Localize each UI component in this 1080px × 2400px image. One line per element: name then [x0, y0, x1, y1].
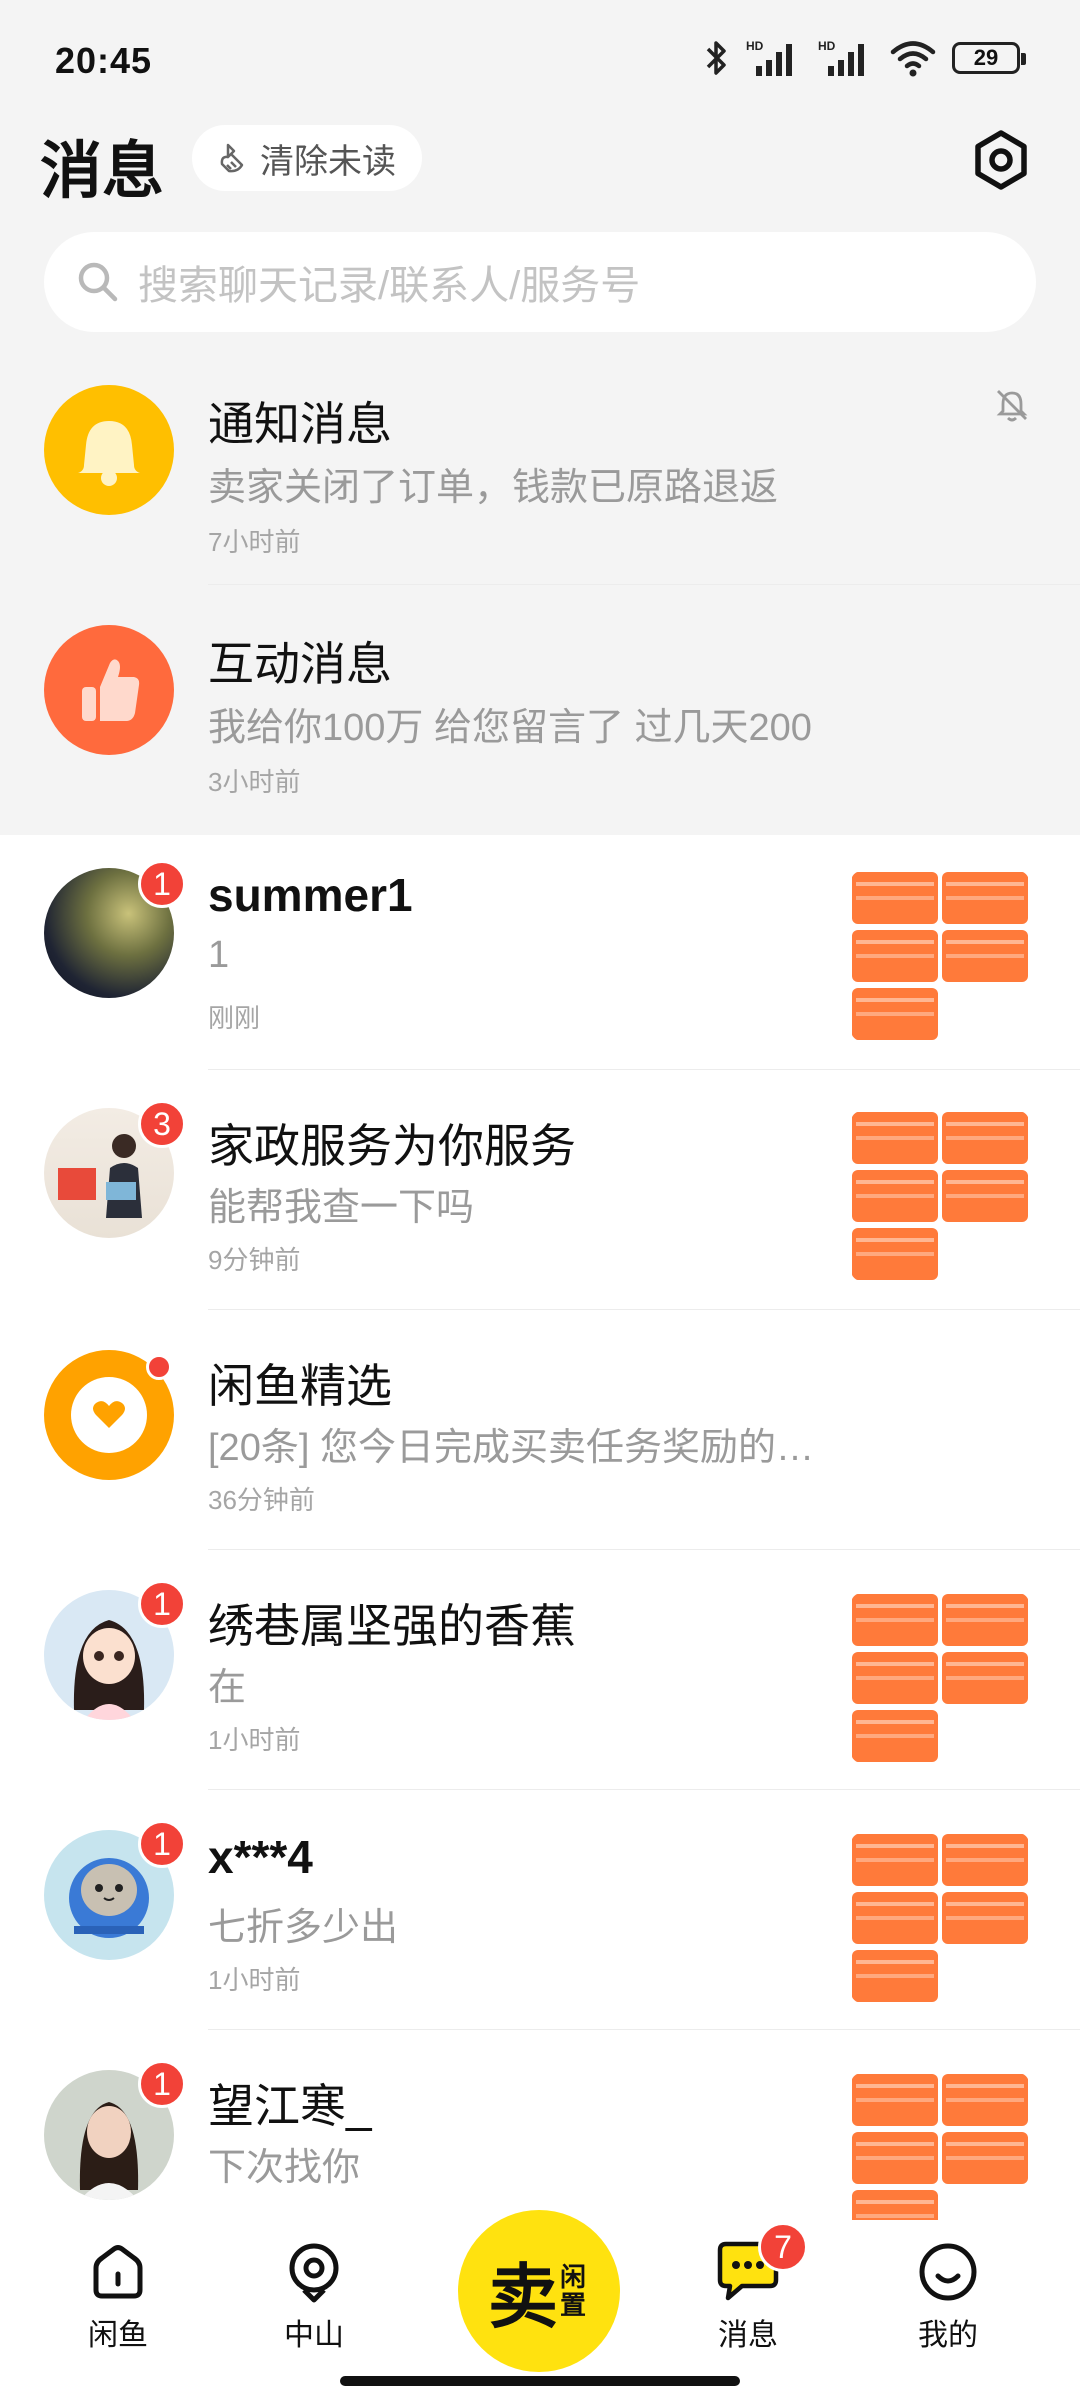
nav-home[interactable]: 闲鱼	[58, 2240, 178, 2354]
status-time: 20:45	[55, 40, 153, 81]
chat-time: 刚刚	[208, 1003, 261, 1033]
status-icons: HD HD 29	[704, 38, 1026, 78]
signal-1-icon: HD	[746, 39, 792, 76]
chat-row[interactable]: 3 家政服务为你服务 能帮我查一下吗 9分钟前	[0, 1090, 1080, 1310]
clear-unread-label: 清除未读	[260, 142, 396, 181]
nav-messages-label: 消息	[718, 2319, 778, 2352]
search-bar[interactable]: 搜索聊天记录/联系人/服务号	[44, 232, 1036, 332]
unread-badge: 1	[138, 2060, 186, 2108]
svg-text:HD: HD	[818, 39, 836, 53]
svg-text:HD: HD	[746, 39, 764, 53]
clear-unread-button[interactable]: 清除未读	[192, 125, 422, 191]
chat-name: summer1	[208, 869, 413, 921]
unread-badge: 3	[138, 1100, 186, 1148]
sell-main-label: 卖	[488, 2255, 558, 2338]
divider	[208, 1789, 1080, 1790]
chat-row[interactable]: 1 望江寒_ 下次找你	[0, 2050, 1080, 2220]
profile-smile-icon	[919, 2243, 977, 2301]
location-icon	[289, 2243, 339, 2303]
header: 消息 清除未读	[0, 115, 1080, 215]
divider	[208, 584, 1080, 585]
item-thumbnail	[850, 2072, 1030, 2220]
chat-name: 望江寒_	[208, 2080, 372, 2132]
divider	[208, 1549, 1080, 1550]
sell-sub-label: 闲置	[560, 2262, 587, 2320]
chat-row[interactable]: 1 绣巷属坚强的香蕉 在 1小时前	[0, 1570, 1080, 1790]
chat-time: 36分钟前	[208, 1485, 315, 1515]
avatar	[44, 625, 174, 755]
chat-message: 在	[208, 1667, 247, 1709]
chat-time: 9分钟前	[208, 1245, 301, 1275]
battery-level: 29	[973, 45, 999, 70]
unread-badge: 1	[138, 1580, 186, 1628]
avatar	[44, 385, 174, 515]
home-indicator[interactable]	[340, 2376, 740, 2386]
search-icon	[78, 262, 118, 302]
divider	[208, 2029, 1080, 2030]
chat-message: 能帮我查一下吗	[208, 1187, 475, 1229]
nav-location-label: 中山	[284, 2319, 344, 2352]
signal-2-icon: HD	[818, 39, 864, 76]
chat-time: 1小时前	[208, 1965, 301, 1995]
row-subtitle: 我给你100万 给您留言了 过几天200	[208, 707, 812, 749]
unread-dot	[146, 1354, 172, 1380]
nav-home-label: 闲鱼	[88, 2319, 148, 2352]
settings-button[interactable]	[966, 125, 1036, 195]
unread-badge: 1	[138, 1820, 186, 1868]
item-thumbnail	[850, 1832, 1030, 2004]
battery-icon: 29	[952, 42, 1026, 74]
chat-name: x***4	[208, 1831, 313, 1883]
row-title: 通知消息	[208, 398, 392, 450]
chat-time: 1小时前	[208, 1725, 301, 1755]
bluetooth-icon	[706, 41, 726, 75]
item-thumbnail	[850, 1592, 1030, 1764]
chat-message: 七折多少出	[208, 1907, 399, 1949]
chat-row[interactable]: 1 summer1 1 刚刚	[0, 850, 1080, 1070]
divider	[208, 1309, 1080, 1310]
chat-name: 绣巷属坚强的香蕉	[208, 1600, 576, 1652]
broom-icon	[220, 143, 244, 173]
chat-message: 1	[208, 934, 230, 976]
messages-badge: 7	[758, 2222, 808, 2272]
chat-name: 闲鱼精选	[208, 1360, 392, 1412]
home-icon	[93, 2245, 143, 2299]
notification-messages-row[interactable]: 通知消息 卖家关闭了订单，钱款已原路退返 7小时前	[0, 370, 1080, 585]
interaction-messages-row[interactable]: 互动消息 我给你100万 给您留言了 过几天200 3小时前	[0, 610, 1080, 835]
chat-row[interactable]: 闲鱼精选 [20条] 您今日完成买卖任务奖励的… 36分钟前	[0, 1330, 1080, 1550]
chat-message: 下次找你	[208, 2147, 361, 2189]
mute-bell-icon[interactable]	[992, 385, 1032, 425]
chat-message: [20条] 您今日完成买卖任务奖励的…	[208, 1427, 814, 1469]
nav-mine[interactable]: 我的	[888, 2240, 1008, 2354]
unread-badge: 1	[138, 860, 186, 908]
nav-location[interactable]: 中山	[254, 2240, 374, 2354]
row-time: 3小时前	[208, 767, 301, 797]
bottom-nav: 闲鱼 中山 卖 闲置 消息 7 我的	[0, 2210, 1080, 2400]
nav-mine-label: 我的	[918, 2319, 978, 2352]
page-title: 消息	[40, 137, 165, 206]
chat-row[interactable]: 1 x***4 七折多少出 1小时前	[0, 1810, 1080, 2030]
sell-button[interactable]: 卖 闲置	[458, 2210, 620, 2372]
search-placeholder: 搜索聊天记录/联系人/服务号	[138, 264, 641, 308]
divider	[208, 1069, 1080, 1070]
wifi-icon	[890, 41, 936, 77]
row-subtitle: 卖家关闭了订单，钱款已原路退返	[208, 467, 779, 509]
item-thumbnail	[850, 870, 1030, 1042]
settings-icon	[975, 130, 1027, 190]
row-title: 互动消息	[208, 638, 392, 690]
bell-icon	[78, 421, 140, 486]
thumbs-up-icon	[82, 659, 140, 721]
item-thumbnail	[850, 1110, 1030, 1282]
row-time: 7小时前	[208, 527, 301, 557]
chat-name: 家政服务为你服务	[208, 1120, 576, 1172]
status-bar: 20:45 HD HD 29	[0, 0, 1080, 110]
